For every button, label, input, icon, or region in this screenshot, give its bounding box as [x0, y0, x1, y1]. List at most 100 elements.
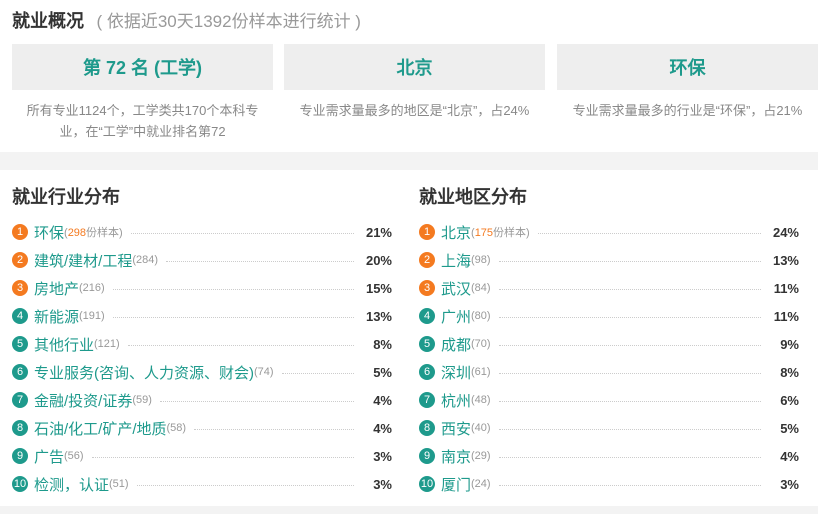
percentage: 3%	[373, 448, 392, 464]
rank-badge: 9	[12, 448, 28, 464]
item-name-link[interactable]: 杭州	[441, 390, 471, 411]
list-item: 3 武汉 (84) 11%	[419, 274, 799, 302]
list-item: 5 其他行业 (121) 8%	[12, 330, 392, 358]
item-name-link[interactable]: 房地产	[34, 278, 79, 299]
dotted-leader	[127, 344, 354, 346]
list-item: 1 环保 (298份样本) 21%	[12, 218, 392, 246]
sample-count: (48)	[471, 394, 491, 406]
percentage: 13%	[772, 252, 799, 268]
item-name-link[interactable]: 广州	[441, 306, 471, 327]
item-name-link[interactable]: 武汉	[441, 278, 471, 299]
dotted-leader	[498, 484, 761, 486]
dotted-leader	[498, 260, 761, 262]
top-industry-value: 环保	[557, 44, 818, 90]
sample-count: (80)	[471, 310, 491, 322]
item-name-link[interactable]: 其他行业	[34, 334, 94, 355]
rank-card: 第 72 名 (工学) 所有专业1124个，工学类共170个本科专 业，在“工学…	[12, 44, 273, 142]
rank-badge: 4	[12, 308, 28, 324]
region-distribution: 就业地区分布 1 北京 (175份样本) 24% 2 上海 (98) 13% 3 武汉 (84) 11…	[419, 180, 799, 498]
sample-count-suffix: 份样本	[493, 227, 527, 239]
item-name-link[interactable]: 深圳	[441, 362, 471, 383]
sample-count: (191)	[79, 310, 105, 322]
percentage: 8%	[780, 364, 799, 380]
rank-badge: 7	[419, 392, 435, 408]
rank-desc-line1: 所有专业1124个，工学类共170个本科专	[26, 103, 259, 118]
list-item: 8 石油/化工/矿产/地质 (58) 4%	[12, 414, 392, 442]
list-item: 7 杭州 (48) 6%	[419, 386, 799, 414]
item-name-link[interactable]: 西安	[441, 418, 471, 439]
list-item: 9 南京 (29) 4%	[419, 442, 799, 470]
item-name-link[interactable]: 检测，认证	[34, 474, 109, 495]
item-name-link[interactable]: 北京	[441, 222, 471, 243]
sample-count: (29)	[471, 450, 491, 462]
dotted-leader	[112, 316, 354, 318]
percentage: 24%	[772, 224, 799, 240]
item-name-link[interactable]: 石油/化工/矿产/地质	[34, 418, 167, 439]
sample-count-number: 175	[474, 227, 494, 239]
section-title: 就业概况	[12, 11, 84, 31]
section-divider	[0, 152, 818, 170]
list-item: 9 广告 (56) 3%	[12, 442, 392, 470]
item-name-link[interactable]: 专业服务(咨询、人力资源、财会)	[34, 362, 254, 383]
rank-badge: 1	[12, 224, 28, 240]
item-name-link[interactable]: 广告	[34, 446, 64, 467]
sample-count: (51)	[109, 478, 129, 490]
sample-count: (24)	[471, 478, 491, 490]
sample-count: (56)	[64, 450, 84, 462]
dotted-leader	[112, 288, 354, 290]
percentage: 6%	[780, 392, 799, 408]
sample-count: (175份样本)	[471, 227, 530, 239]
dotted-leader	[498, 456, 761, 458]
rank-badge: 2	[12, 252, 28, 268]
rank-badge: 3	[12, 280, 28, 296]
item-name-link[interactable]: 金融/投资/证券	[34, 390, 132, 411]
list-item: 8 西安 (40) 5%	[419, 414, 799, 442]
list-item: 6 深圳 (61) 8%	[419, 358, 799, 386]
sample-count: (298份样本)	[64, 227, 123, 239]
sample-count: (70)	[471, 338, 491, 350]
list-item: 2 上海 (98) 13%	[419, 246, 799, 274]
industry-distribution: 就业行业分布 1 环保 (298份样本) 21% 2 建筑/建材/工程 (284) 20% 3 房…	[12, 180, 392, 498]
region-list: 1 北京 (175份样本) 24% 2 上海 (98) 13% 3 武汉 (84) 11% 4 广州 (80…	[419, 218, 799, 498]
sample-count: (84)	[471, 282, 491, 294]
dotted-leader	[498, 400, 761, 402]
rank-desc-line2: 业，在“工学”中就业排名第72	[59, 124, 226, 139]
top-industry-card: 环保 专业需求量最多的行业是“环保”，占21%	[557, 44, 818, 121]
percentage: 15%	[365, 280, 392, 296]
item-name-link[interactable]: 上海	[441, 250, 471, 271]
sample-count-number: 298	[67, 227, 87, 239]
rank-badge: 7	[12, 392, 28, 408]
list-item: 10 厦门 (24) 3%	[419, 470, 799, 498]
dotted-leader	[498, 372, 761, 374]
dotted-leader	[91, 456, 354, 458]
percentage: 4%	[780, 448, 799, 464]
sample-count: (74)	[254, 366, 274, 378]
list-item: 6 专业服务(咨询、人力资源、财会) (74) 5%	[12, 358, 392, 386]
sample-count: (216)	[79, 282, 105, 294]
item-name-link[interactable]: 建筑/建材/工程	[34, 250, 132, 271]
list-item: 10 检测，认证 (51) 3%	[12, 470, 392, 498]
percentage: 11%	[773, 280, 799, 296]
dotted-leader	[194, 428, 354, 430]
top-region-card: 北京 专业需求量最多的地区是“北京”，占24%	[284, 44, 545, 121]
item-name-link[interactable]: 成都	[441, 334, 471, 355]
percentage: 4%	[373, 420, 392, 436]
item-name-link[interactable]: 新能源	[34, 306, 79, 327]
item-name-link[interactable]: 环保	[34, 222, 64, 243]
top-industry-description: 专业需求量最多的行业是“环保”，占21%	[572, 103, 803, 118]
sample-count: (121)	[94, 338, 120, 350]
item-name-link[interactable]: 厦门	[441, 474, 471, 495]
percentage: 8%	[373, 336, 392, 352]
list-item: 4 广州 (80) 11%	[419, 302, 799, 330]
sample-count: (98)	[471, 254, 491, 266]
section-subtitle: ( 依据近30天1392份样本进行统计 )	[96, 12, 361, 31]
item-name-link[interactable]: 南京	[441, 446, 471, 467]
percentage: 3%	[373, 476, 392, 492]
sample-count: (284)	[132, 254, 159, 266]
rank-badge: 3	[419, 280, 435, 296]
rank-badge: 8	[419, 420, 435, 436]
dotted-leader	[498, 288, 761, 290]
percentage: 21%	[365, 224, 392, 240]
dotted-leader	[537, 232, 761, 234]
list-item: 1 北京 (175份样本) 24%	[419, 218, 799, 246]
